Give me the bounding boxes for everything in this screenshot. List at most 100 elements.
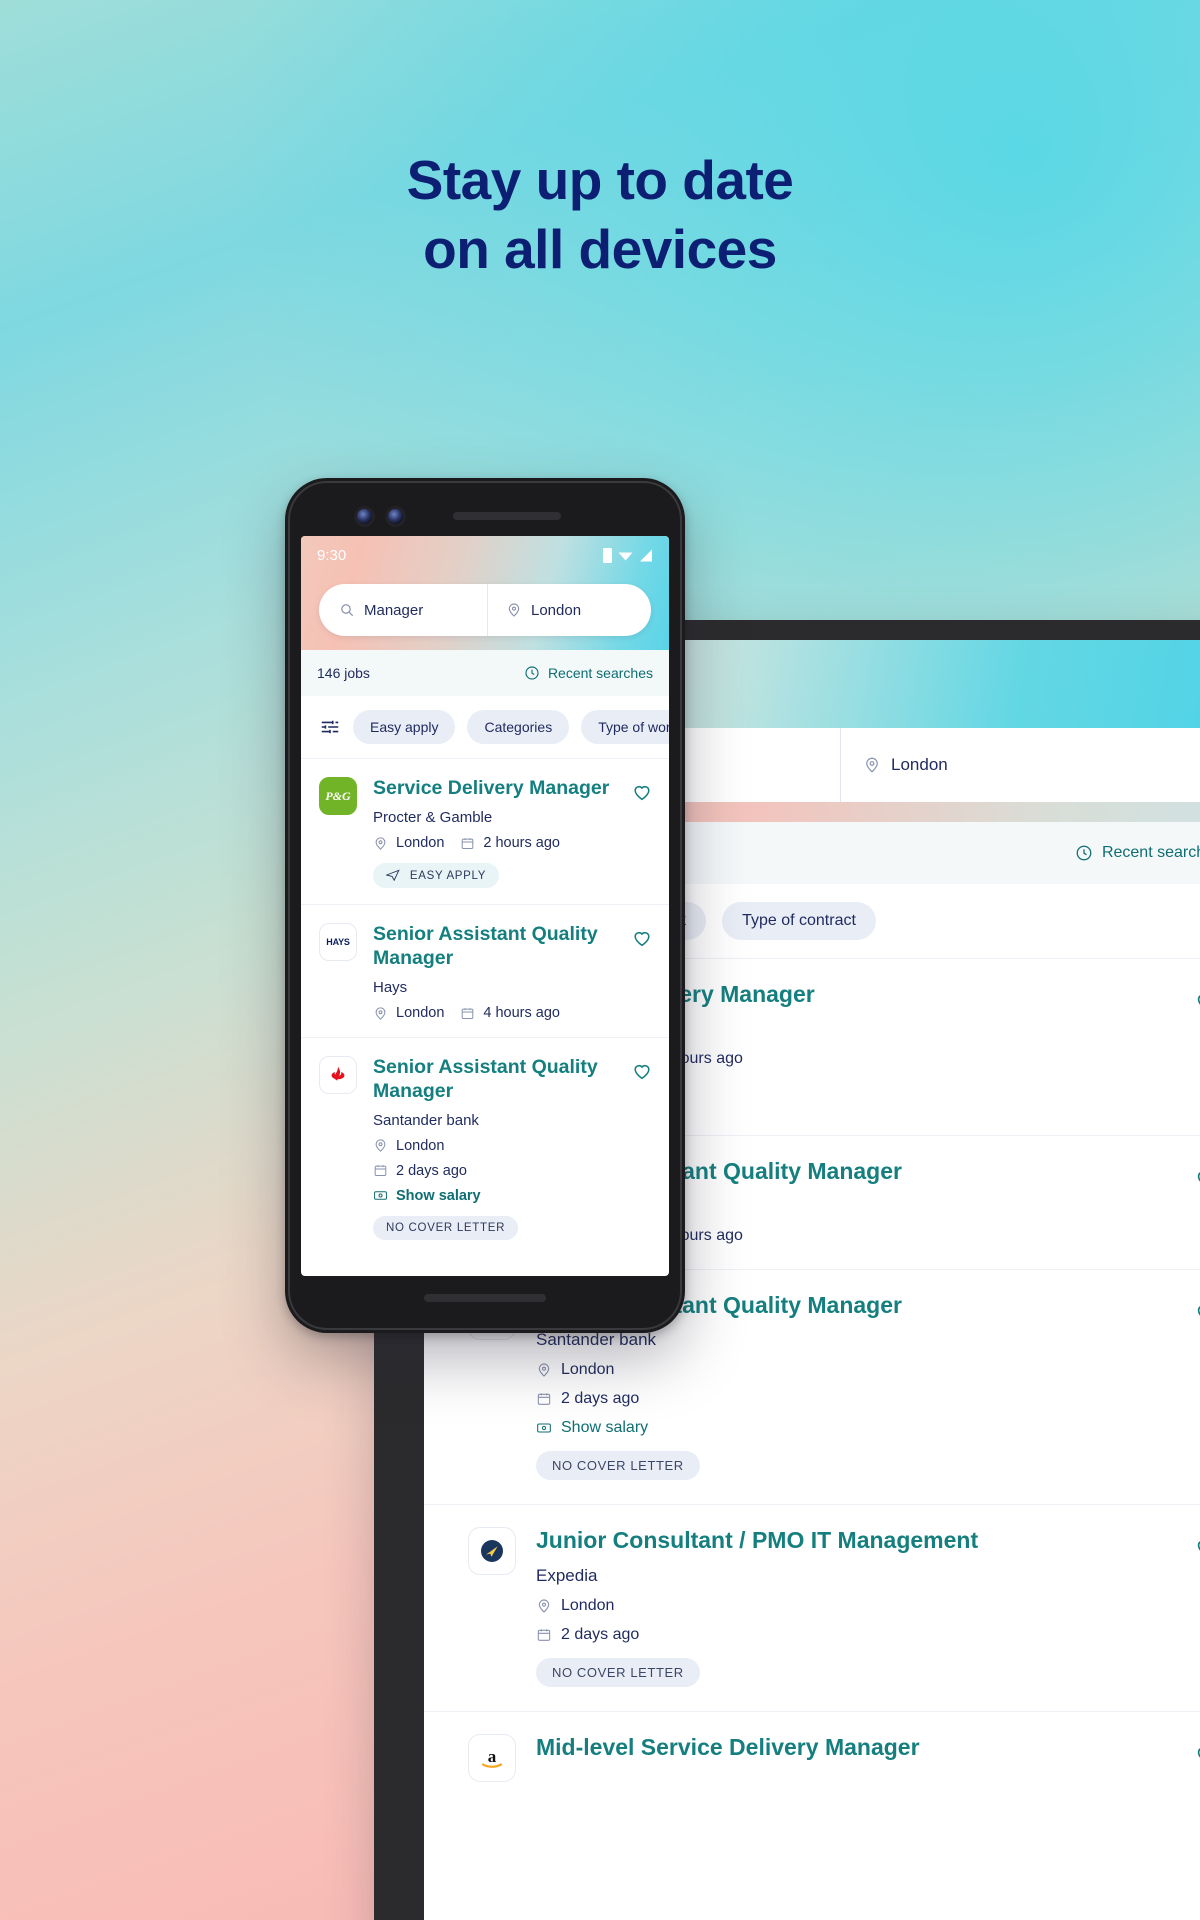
phone-filter-pill-easy-apply[interactable]: Easy apply [353,710,456,744]
status-bar: 9:30 [301,536,669,570]
phone-job-location: London [396,1005,445,1022]
desktop-show-salary-label: Show salary [561,1419,649,1437]
status-system-icons [603,548,653,563]
phone-results-count: 146 jobs [317,665,370,681]
calendar-icon [536,1391,552,1407]
phone-filter-pill-type-of-work[interactable]: Type of work [581,710,669,744]
calendar-icon [536,1627,552,1643]
desktop-job-title[interactable]: Mid-level Service Delivery Manager [536,1734,1200,1761]
calendar-icon [460,1006,475,1021]
phone-job-meta: London 2 hours ago [373,835,619,851]
phone-job-company: Hays [373,979,408,997]
front-camera-icon [357,508,372,524]
promo-stage: Stay up to date on all devices London Re… [0,0,1200,1920]
phone-job-title[interactable]: Senior Assistant Quality Manager [373,1056,619,1103]
heart-icon[interactable] [1194,1300,1200,1324]
phone-job-meta: London 4 hours ago [373,1005,619,1021]
phone-job-badge: EASY APPLY [373,863,500,889]
phone-recent-searches-button[interactable]: Recent searches [524,665,653,681]
phone-job-location-row: London [373,1138,619,1154]
desktop-job-location-value: London [561,1361,615,1379]
wifi-icon [618,549,633,562]
heart-icon[interactable] [1194,1742,1200,1766]
phone-filter-pills: Easy apply Categories Type of work [301,696,669,758]
phone-job-location: London [396,835,445,852]
heart-icon[interactable] [631,1060,653,1082]
desktop-job-posted: 2 days ago [561,1390,640,1408]
phone-job-company: Procter & Gamble [373,809,493,827]
heart-icon[interactable] [1194,989,1200,1013]
desktop-job-card[interactable]: a Mid-level Service Delivery Manager [424,1710,1200,1806]
desktop-job-posted-row: 2 days ago [536,1626,1200,1644]
phone-job-posted: 4 hours ago [483,1005,560,1022]
desktop-filter-pill-type-of-contract[interactable]: Type of contract [722,902,876,940]
desktop-location-input[interactable]: London [840,727,1200,802]
desktop-job-location: London [536,1597,1200,1615]
desktop-location-value: London [891,754,948,774]
phone-hero-banner: 9:30 Manager London [301,536,669,650]
signal-icon [639,549,653,562]
battery-icon [603,548,612,563]
svg-text:a: a [488,1747,497,1766]
phone-show-salary-label: Show salary [396,1187,481,1204]
pg-logo-icon: P&G [319,777,357,815]
heart-icon[interactable] [631,927,653,949]
phone-job-title[interactable]: Senior Assistant Quality Manager [373,923,619,970]
phone-location-value: London [531,601,582,619]
phone-job-posted: 2 days ago [396,1162,467,1179]
phone-job-posted: 2 hours ago [483,835,560,852]
phone-device-frame: 9:30 Manager London 146 jobs Recent sear… [285,478,685,1333]
desktop-job-badge: NO COVER LETTER [536,1657,700,1687]
phone-filter-pill-categories[interactable]: Categories [467,710,570,744]
calendar-icon [460,836,475,851]
money-icon [373,1188,388,1203]
pin-icon [863,756,881,774]
clock-icon [524,665,540,681]
hays-logo-icon: HAYS [319,923,357,962]
phone-job-title[interactable]: Service Delivery Manager [373,777,619,800]
phone-job-badge: NO COVER LETTER [373,1215,519,1240]
phone-job-badge-label: EASY APPLY [409,870,487,883]
expedia-logo-icon [468,1527,516,1576]
phone-job-company: Santander bank [373,1111,479,1129]
headline-line-1: Stay up to date [406,149,794,211]
phone-job-location: London [396,1137,445,1154]
phone-job-card[interactable]: HAYS Senior Assistant Quality Manager Ha… [301,904,669,1038]
pin-icon [373,1006,388,1021]
headline-line-2: on all devices [423,218,777,281]
phone-job-posted-row: 2 days ago [373,1163,619,1179]
paper-plane-icon [386,869,400,882]
phone-show-salary-link[interactable]: Show salary [373,1188,619,1204]
filter-sliders-icon[interactable] [319,716,341,738]
heart-icon[interactable] [631,781,653,803]
pin-icon [536,1598,552,1614]
phone-bottom-bezel [301,1276,669,1320]
desktop-job-posted-row: 2 days ago [536,1390,1200,1408]
desktop-job-location: London [536,1361,1200,1379]
heart-icon[interactable] [1194,1535,1200,1559]
amazon-logo-icon: a [468,1733,516,1782]
phone-job-card[interactable]: P&G Service Delivery Manager Procter & G… [301,758,669,905]
desktop-job-badge: NO COVER LETTER [536,1451,700,1481]
phone-recent-searches-label: Recent searches [547,665,653,681]
pin-icon [506,602,522,618]
phone-keyword-value: Manager [364,601,424,619]
pin-icon [536,1362,552,1378]
desktop-job-company: Santander bank [536,1330,657,1350]
phone-top-bezel [301,496,669,536]
phone-job-card[interactable]: Senior Assistant Quality Manager Santand… [301,1037,669,1256]
phone-location-input[interactable]: London [487,584,651,636]
front-camera-secondary-icon [388,508,403,524]
earpiece-speaker [453,512,561,520]
desktop-recent-searches-button[interactable]: Recent searches [1075,844,1200,862]
phone-search-bar[interactable]: Manager London [319,584,651,636]
desktop-job-card[interactable]: Junior Consultant / PMO IT Management Ex… [424,1504,1200,1711]
phone-keyword-input[interactable]: Manager [319,584,487,636]
heart-icon[interactable] [1194,1166,1200,1190]
search-icon [339,602,355,618]
calendar-icon [373,1163,388,1178]
clock-icon [1075,844,1093,862]
pin-icon [373,836,388,851]
desktop-job-title[interactable]: Junior Consultant / PMO IT Management [536,1527,1200,1554]
desktop-show-salary-link[interactable]: Show salary [536,1419,1200,1437]
